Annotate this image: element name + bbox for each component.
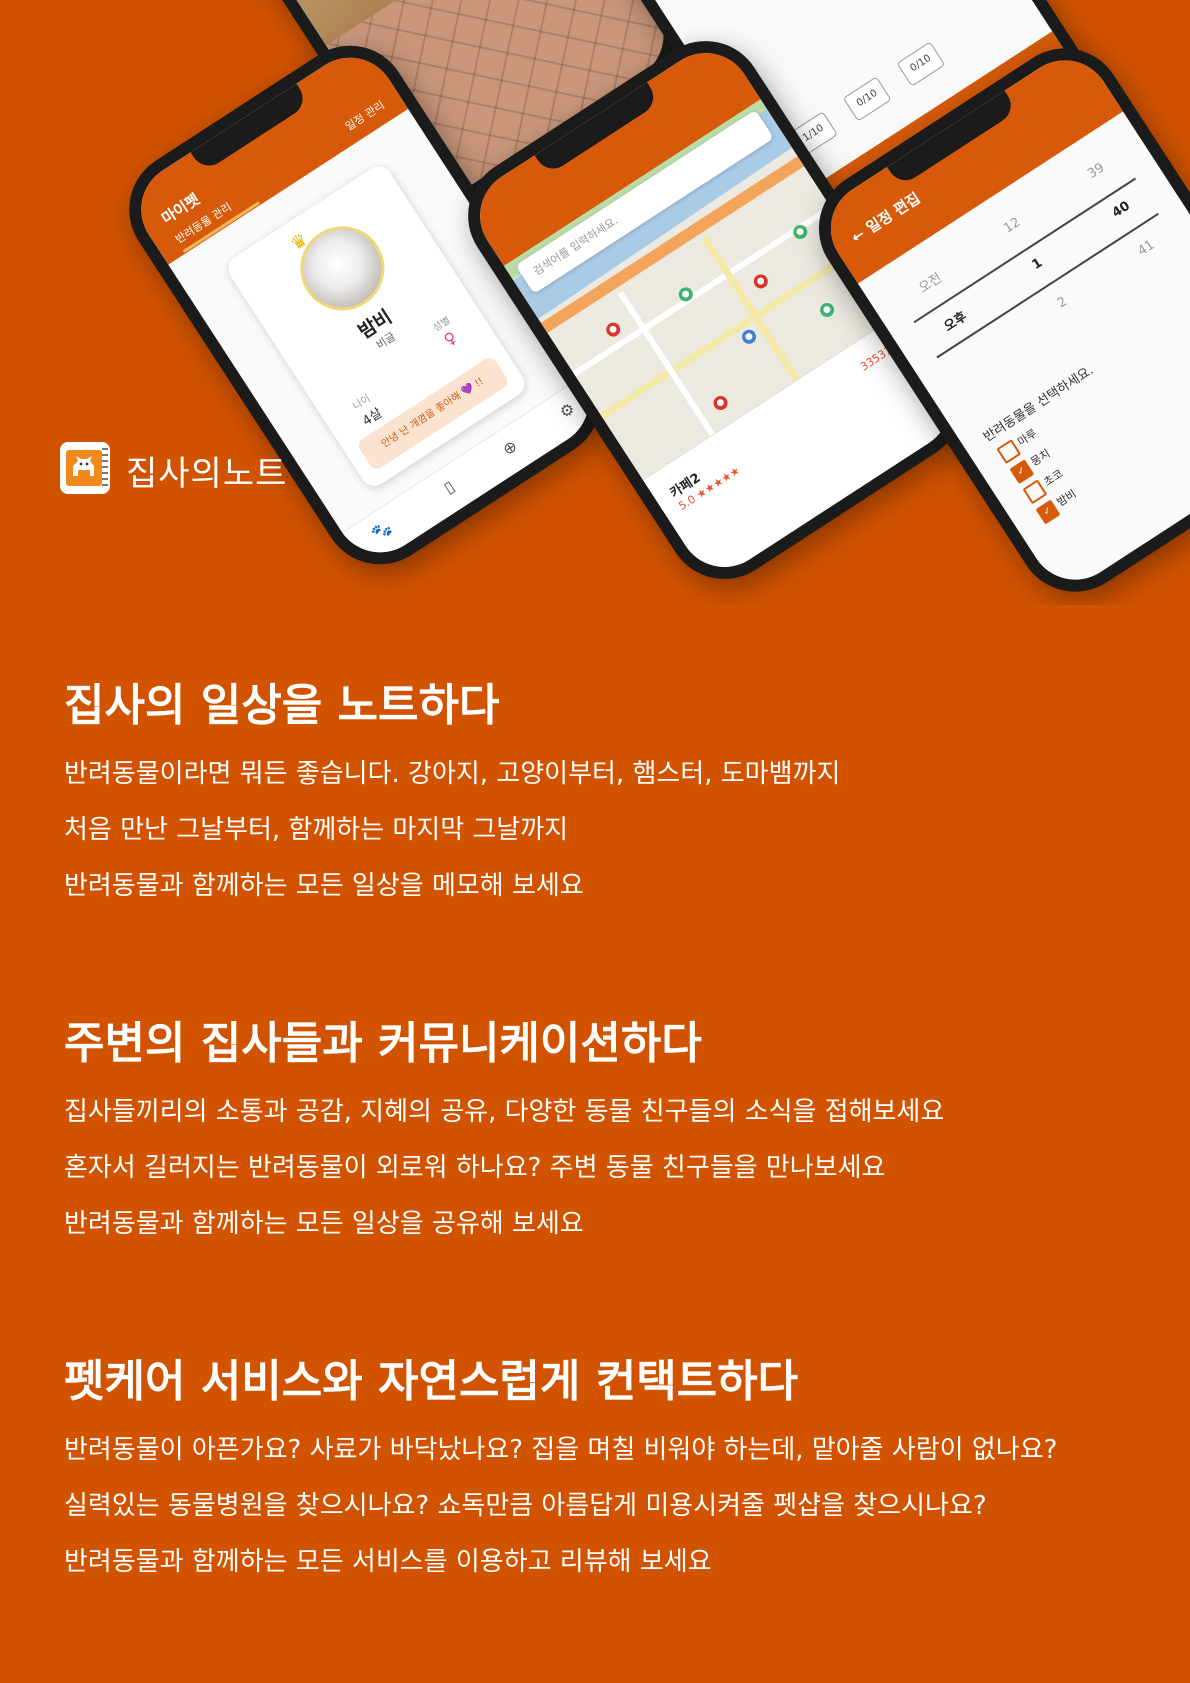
section-line: 반려동물과 함께하는 모든 일상을 공유해 보세요 bbox=[64, 1209, 584, 1239]
section-community: 주변의 집사들과 커뮤니케이션하다 집사들끼리의 소통과 공감, 지혜의 공유,… bbox=[64, 1014, 1144, 1252]
section-title: 집사의 일상을 노트하다 bbox=[64, 680, 500, 731]
section-line: 집사들끼리의 소통과 공감, 지혜의 공유, 다양한 동물 친구들의 소식을 접… bbox=[64, 1097, 945, 1127]
tab-schedule-manage[interactable]: 일정 관리 bbox=[342, 97, 388, 134]
map-pin-icon[interactable]: ● bbox=[603, 319, 623, 340]
video-count-chip[interactable]: 0/10 bbox=[842, 76, 893, 122]
paw-icon[interactable]: 🐾 bbox=[368, 517, 395, 544]
section-title: 펫케어 서비스와 자연스럽게 컨택트하다 bbox=[64, 1356, 799, 1407]
section-daily-note: 집사의 일상을 노트하다 반려동물이라면 뭐든 좋습니다. 강아지, 고양이부터… bbox=[64, 676, 1144, 914]
hero-banner: 1/10 0/10 0/10 완료 마이펫 반려동물 관리 일정 관리 ♛ 밤비… bbox=[0, 0, 1190, 605]
book-icon[interactable]: ▯ bbox=[440, 477, 458, 498]
gender-value: ♀ bbox=[440, 327, 461, 350]
gear-icon[interactable]: ⚙ bbox=[556, 399, 578, 423]
map-pin-icon[interactable]: ● bbox=[739, 327, 759, 347]
map-pin-icon[interactable]: ● bbox=[710, 393, 731, 413]
file-count-chip[interactable]: 0/10 bbox=[896, 41, 946, 87]
globe-icon[interactable]: ⊕ bbox=[499, 436, 521, 459]
dog-icon bbox=[66, 450, 102, 486]
map-pin-icon[interactable]: ● bbox=[817, 300, 837, 320]
section-line: 반려동물이 아픈가요? 사료가 바닥났나요? 집을 며칠 비워야 하는데, 맡아… bbox=[64, 1435, 1058, 1465]
pet-checklist: 마루 ✓ 뭉치 초코 ✓ 밤비 bbox=[996, 426, 1084, 530]
map-pin-icon[interactable]: ● bbox=[751, 271, 771, 292]
back-arrow-icon[interactable]: ← bbox=[848, 225, 868, 247]
section-line: 혼자서 길러지는 반려동물이 외로워 하나요? 주변 동물 친구들을 만나보세요 bbox=[64, 1153, 886, 1183]
section-line: 반려동물과 함께하는 모든 서비스를 이용하고 리뷰해 보세요 bbox=[64, 1547, 712, 1577]
section-line: 처음 만난 그날부터, 함께하는 마지막 그날까지 bbox=[64, 815, 569, 845]
logo-text: 집사의노트 bbox=[126, 454, 288, 494]
notebook-dog-icon bbox=[60, 442, 110, 494]
checkbox-icon bbox=[996, 439, 1022, 465]
section-title: 주변의 집사들과 커뮤니케이션하다 bbox=[64, 1018, 702, 1069]
section-line: 실력있는 동물병원을 찾으시나요? 쇼독만큼 아름답게 미용시켜줄 펫샵을 찾으… bbox=[64, 1491, 987, 1521]
schedule-title: ← 일정 편집 bbox=[848, 189, 924, 247]
section-petcare: 펫케어 서비스와 자연스럽게 컨택트하다 반려동물이 아픈가요? 사료가 바닥났… bbox=[64, 1352, 1144, 1590]
section-line: 반려동물이라면 뭐든 좋습니다. 강아지, 고양이부터, 햄스터, 도마뱀까지 bbox=[64, 759, 841, 789]
section-line: 반려동물과 함께하는 모든 일상을 메모해 보세요 bbox=[64, 871, 584, 901]
